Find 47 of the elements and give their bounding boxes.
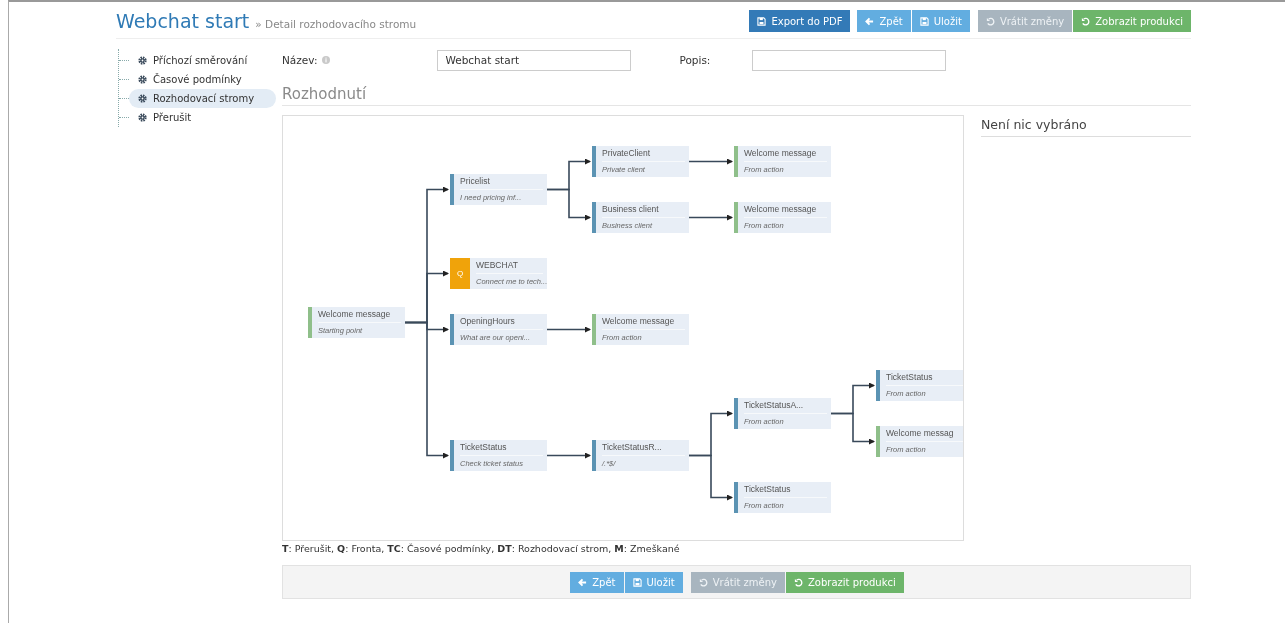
arrow-left-icon <box>578 577 588 587</box>
connector-arrow <box>688 214 733 221</box>
connector-arrow <box>546 326 591 333</box>
connector-arrow <box>546 188 591 221</box>
node-title: Business client <box>602 202 685 218</box>
undo-icon <box>698 577 708 587</box>
node-title: TicketStatusR... <box>602 440 685 456</box>
node-title: TicketStatus <box>886 370 963 386</box>
floppy-icon <box>757 16 767 26</box>
breadcrumb: » Detail rozhodovacího stromu <box>255 18 417 30</box>
undo-icon <box>985 16 995 26</box>
node-title: WEBCHAT <box>476 258 543 274</box>
node-title: Welcome messag <box>886 426 963 442</box>
gear-icon <box>138 94 147 103</box>
connector-arrow <box>688 158 733 165</box>
gear-icon <box>138 56 147 65</box>
description-label: Popis: <box>679 54 712 66</box>
node-title: Welcome message <box>318 307 401 323</box>
connector-arrow <box>546 452 591 459</box>
page-title: Webchat start <box>116 10 250 32</box>
node-title: Pricelist <box>460 174 543 190</box>
gear-icon <box>138 75 147 84</box>
node-title: Welcome message <box>744 146 827 162</box>
export-button[interactable]: Export do PDF <box>749 10 851 32</box>
floppy-icon <box>919 16 929 26</box>
description-field[interactable] <box>752 49 947 71</box>
node-title: Welcome message <box>744 202 827 218</box>
node-title: TicketStatusA... <box>744 398 827 414</box>
arrow-left-icon <box>865 16 875 26</box>
queue-marker: Q <box>450 258 470 289</box>
panel-title: Není nic vybráno <box>981 115 1191 137</box>
info-icon <box>322 56 331 64</box>
connector-arrow <box>688 454 733 501</box>
node-title: TicketStatus <box>460 440 543 456</box>
name-field[interactable]: Webchat start <box>437 49 632 71</box>
undo-icon <box>1081 16 1091 26</box>
node-title: OpeningHours <box>460 314 543 330</box>
legend-text: T: Přerušit, Q: Fronta, TC: Časové podmínky, DT: Rozhodovací strom, M: Zmeškané <box>282 543 681 554</box>
gear-icon <box>138 113 147 122</box>
floppy-icon <box>632 577 642 587</box>
node-title: PrivateClient <box>602 146 685 162</box>
undo-icon <box>793 577 803 587</box>
node-title: Welcome message <box>602 314 685 330</box>
section-title: Rozhodnutí <box>282 85 1191 106</box>
node-title: TicketStatus <box>744 482 827 498</box>
name-label: Název: <box>282 54 318 66</box>
connector-arrow <box>830 412 875 445</box>
